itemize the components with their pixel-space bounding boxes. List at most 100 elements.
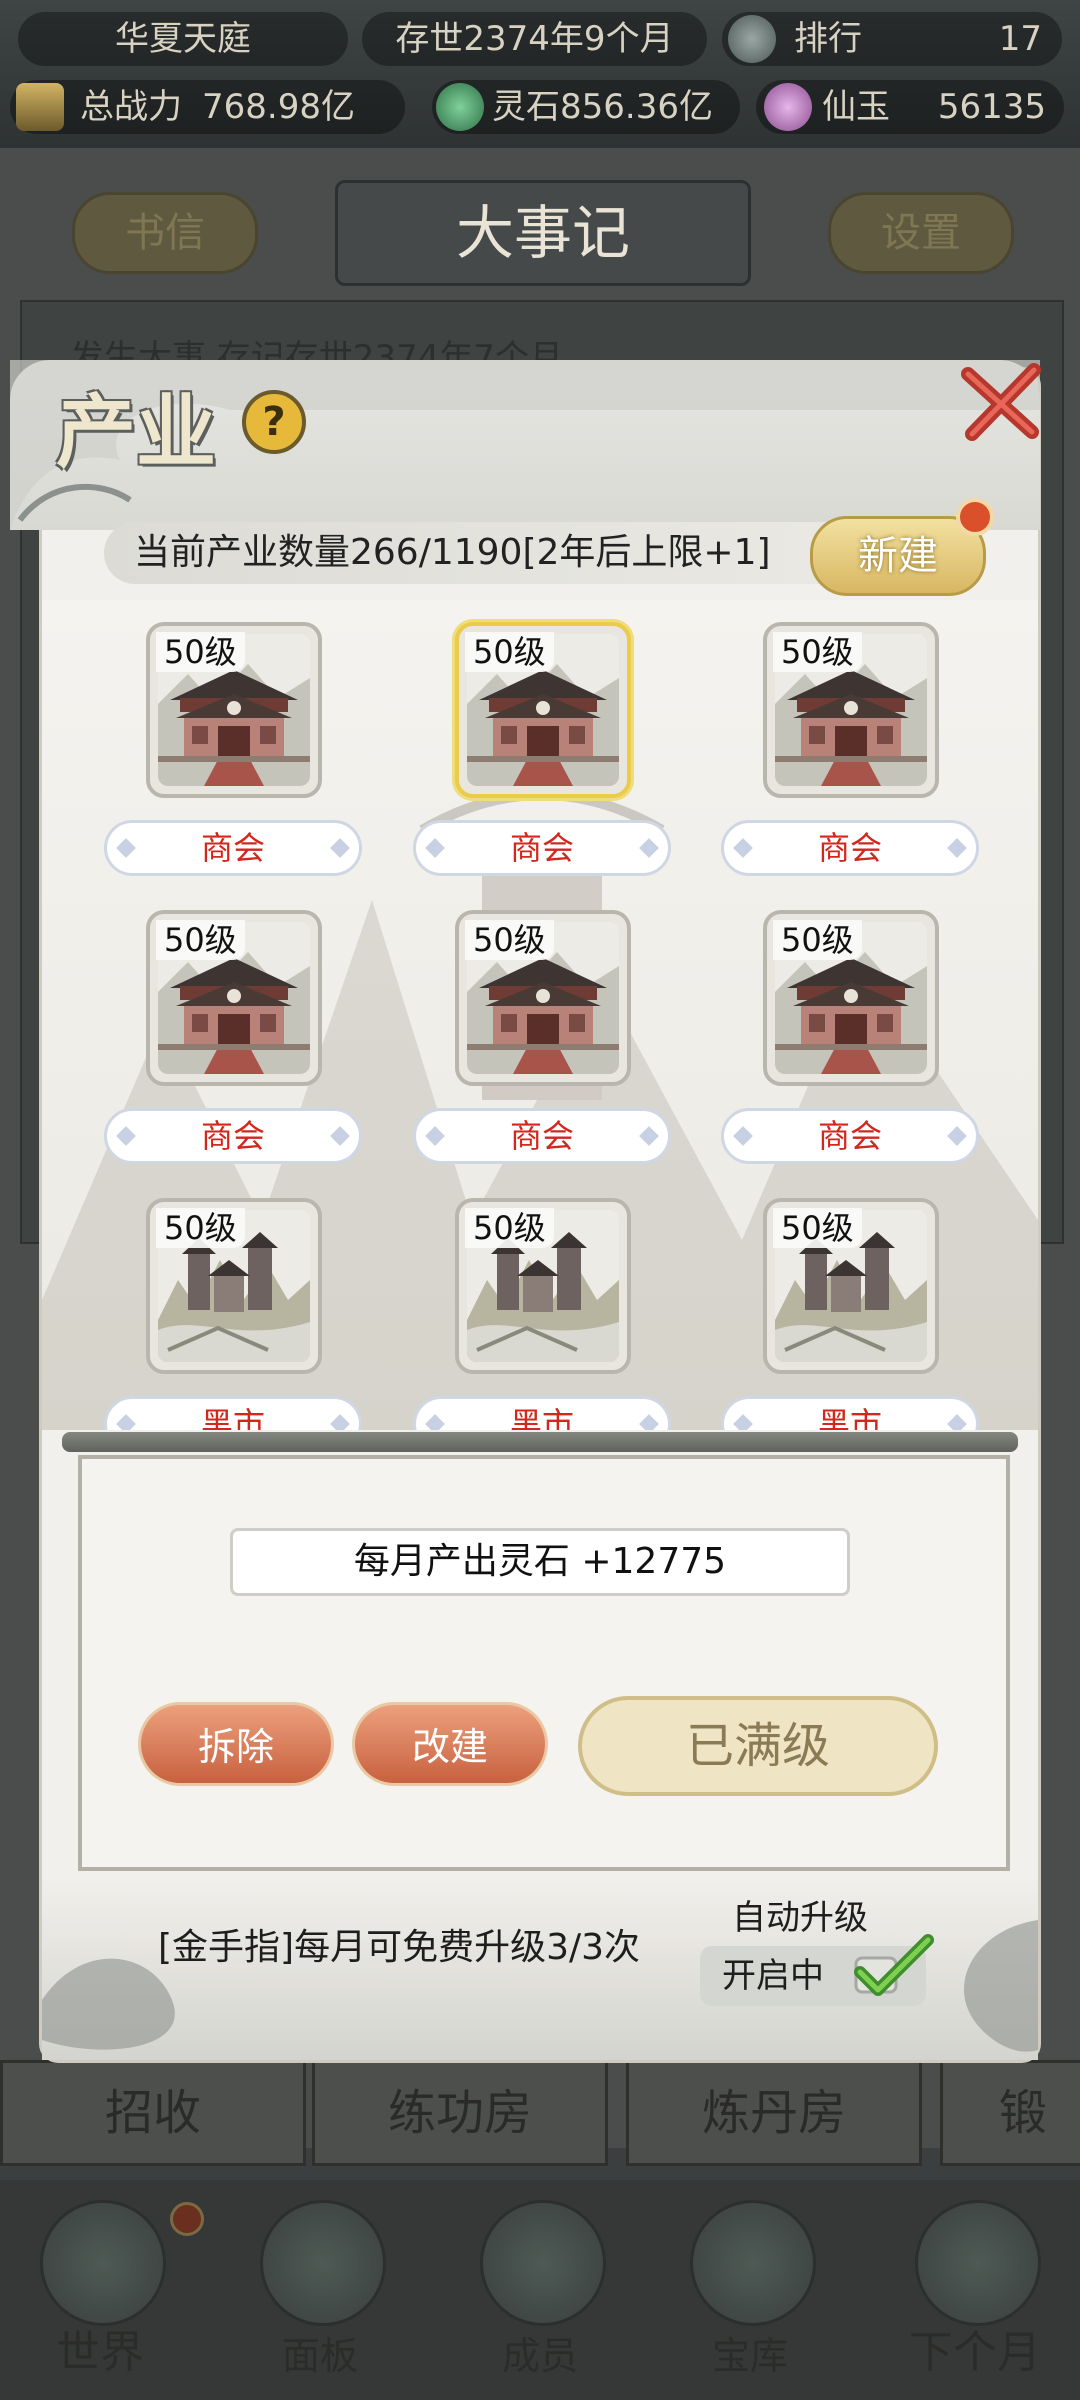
close-icon[interactable] — [958, 360, 1044, 446]
diamond-ornament — [733, 1414, 753, 1430]
industry-name[interactable]: 商会 — [721, 1108, 979, 1164]
spirit-stone-value: 灵石856.36亿 — [492, 87, 713, 127]
industry-name[interactable]: 商会 — [721, 820, 979, 876]
diamond-ornament — [639, 1126, 659, 1146]
industry-tile[interactable]: 50级 — [146, 1198, 322, 1374]
industry-name-text: 商会 — [200, 829, 265, 867]
industry-tile[interactable]: 50级 — [146, 622, 322, 798]
diamond-ornament — [330, 838, 350, 858]
checkmark-icon — [854, 1934, 934, 1996]
demolish-button[interactable]: 拆除 — [138, 1702, 334, 1786]
nav-members[interactable]: 成员 — [450, 2180, 630, 2400]
industry-name[interactable]: 商会 — [413, 820, 671, 876]
nav-next-month-label: 下个月 — [909, 2327, 1041, 2378]
diamond-ornament — [330, 1414, 350, 1430]
diamond-ornament — [947, 838, 967, 858]
jade-label: 仙玉 — [822, 87, 890, 127]
monthly-yield: 每月产出灵石 +12775 — [230, 1528, 850, 1596]
industry-tile[interactable]: 50级 — [146, 910, 322, 1086]
bottom-navigation: 世界 面板 成员 宝库 下个月 — [0, 2180, 1080, 2400]
industry-tile[interactable]: 50级 — [455, 1198, 631, 1374]
diamond-ornament — [425, 838, 445, 858]
industry-name[interactable]: 黑市 — [721, 1396, 979, 1430]
diamond-ornament — [947, 1126, 967, 1146]
industry-level: 50级 — [156, 632, 245, 672]
diamond-ornament — [425, 1126, 445, 1146]
industry-level: 50级 — [465, 920, 554, 960]
industry-detail-panel — [78, 1455, 1010, 1871]
industry-name[interactable]: 商会 — [413, 1108, 671, 1164]
diamond-ornament — [733, 1126, 753, 1146]
industry-name-text: 黑市 — [817, 1405, 882, 1430]
industry-level: 50级 — [465, 1208, 554, 1248]
nav-world[interactable]: 世界 — [10, 2180, 204, 2400]
tab-training-room[interactable]: 练功房 — [312, 2060, 608, 2166]
nav-panel[interactable]: 面板 — [230, 2180, 410, 2400]
industry-grid[interactable]: 50级 商会 50级 商会 50级 商会 50级 商会 50级 商会 50级 商会 50级 黑市 50级 黑市… — [42, 600, 1038, 1430]
industry-name-text: 商会 — [817, 829, 882, 867]
tab-alchemy-room[interactable]: 炼丹房 — [626, 2060, 922, 2166]
diamond-ornament — [639, 838, 659, 858]
yin-yang-icon — [690, 2200, 816, 2326]
power-icon — [16, 83, 64, 131]
industry-name[interactable]: 黑市 — [413, 1396, 671, 1430]
settings-tab[interactable]: 设置 — [828, 192, 1014, 274]
jade-display[interactable]: 仙玉 56135 — [756, 80, 1064, 134]
industry-name[interactable]: 商会 — [104, 1108, 362, 1164]
tab-recruit[interactable]: 招收 — [0, 2060, 306, 2166]
power-display: 总战力 768.98亿 — [10, 80, 405, 134]
nav-world-label: 世界 — [56, 2327, 144, 2378]
industry-level: 50级 — [773, 632, 862, 672]
industry-tile[interactable]: 50级 — [763, 910, 939, 1086]
nav-treasury-label: 宝库 — [711, 2334, 788, 2378]
max-level-button[interactable]: 已满级 — [578, 1696, 938, 1796]
time-icon — [915, 2200, 1041, 2326]
spirit-stone-display[interactable]: 灵石856.36亿 — [432, 80, 740, 134]
rebuild-button[interactable]: 改建 — [352, 1702, 548, 1786]
diamond-ornament — [425, 1414, 445, 1430]
top-status-bar: 华夏天庭 存世2374年9个月 排行 17 总战力 768.98亿 灵石856.… — [0, 0, 1080, 148]
industry-name-text: 黑市 — [509, 1405, 574, 1430]
scroll-icon — [260, 2200, 386, 2326]
modal-title: 产业 — [56, 386, 216, 479]
rank-label: 排行 — [794, 19, 862, 59]
industry-level: 50级 — [773, 1208, 862, 1248]
era-display: 存世2374年9个月 — [362, 12, 707, 66]
diamond-ornament — [116, 838, 136, 858]
rank-value: 17 — [998, 19, 1042, 59]
rank-icon — [728, 15, 776, 63]
tab-forge[interactable]: 锻 — [940, 2060, 1080, 2166]
person-icon — [480, 2200, 606, 2326]
nav-next-month[interactable]: 下个月 — [880, 2180, 1070, 2400]
power-value: 768.98亿 — [202, 87, 355, 127]
panel-divider — [62, 1432, 1018, 1452]
industry-name[interactable]: 商会 — [104, 820, 362, 876]
auto-upgrade-state: 开启中 — [722, 1956, 824, 1996]
nav-members-label: 成员 — [501, 2334, 578, 2378]
diamond-ornament — [947, 1414, 967, 1430]
industry-name[interactable]: 黑市 — [104, 1396, 362, 1430]
industry-level: 50级 — [156, 920, 245, 960]
industry-tile[interactable]: 50级 — [763, 1198, 939, 1374]
industry-tile[interactable]: 50级 — [763, 622, 939, 798]
industry-level: 50级 — [465, 632, 554, 672]
diamond-ornament — [116, 1414, 136, 1430]
help-icon[interactable]: ? — [242, 390, 306, 454]
nav-panel-label: 面板 — [281, 2334, 358, 2378]
notification-dot — [170, 2202, 204, 2236]
industry-name-text: 商会 — [509, 829, 574, 867]
facility-tabs: 招收 练功房 炼丹房 锻 — [0, 2060, 1080, 2170]
letters-tab[interactable]: 书信 — [72, 192, 258, 274]
jade-icon — [764, 83, 812, 131]
auto-upgrade-toggle[interactable]: 开启中 — [700, 1934, 934, 2006]
industry-tile[interactable]: 50级 — [455, 622, 631, 798]
power-label: 总战力 — [80, 87, 182, 127]
industry-tile[interactable]: 50级 — [455, 910, 631, 1086]
rank-button[interactable]: 排行 17 — [722, 12, 1062, 66]
diamond-ornament — [639, 1414, 659, 1430]
auto-upgrade-label: 自动升级 — [732, 1898, 868, 1938]
industry-name-text: 商会 — [509, 1117, 574, 1155]
sect-name: 华夏天庭 — [18, 12, 348, 66]
notification-dot — [956, 498, 994, 536]
nav-treasury[interactable]: 宝库 — [660, 2180, 840, 2400]
